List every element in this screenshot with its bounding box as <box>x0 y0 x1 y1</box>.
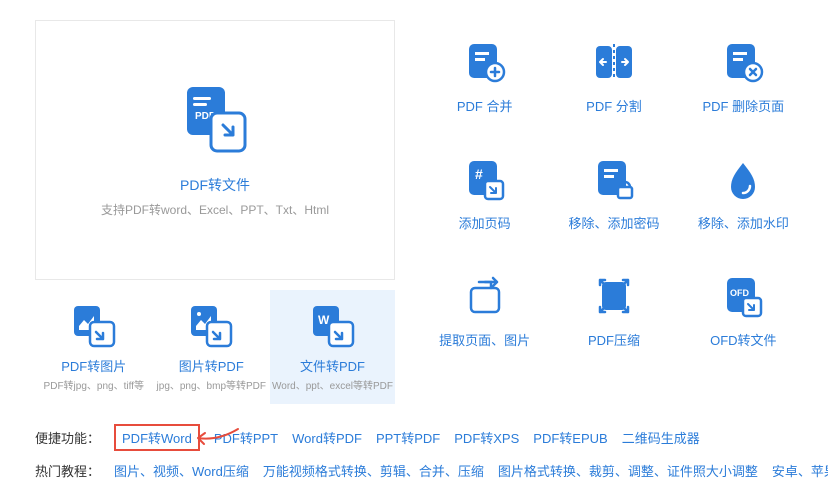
pdf-split-card[interactable]: PDF 分割 <box>549 20 678 127</box>
tutorial-header: 热门教程： <box>35 461 100 480</box>
shortcut-header: 便捷功能： <box>35 428 100 447</box>
highlighted-shortcut: PDF转Word <box>114 424 200 451</box>
pdf-file-icon: PDF <box>175 83 255 163</box>
password-card[interactable]: 移除、添加密码 <box>549 137 678 244</box>
delete-page-icon <box>719 38 767 86</box>
shortcut-link[interactable]: PDF转XPS <box>454 428 519 447</box>
svg-text:#: # <box>475 166 483 182</box>
pdf-merge-card[interactable]: PDF 合并 <box>420 20 549 127</box>
compress-icon <box>590 272 638 320</box>
shortcut-link[interactable]: PPT转PDF <box>376 428 440 447</box>
pdf-to-file-card[interactable]: PDF PDF转文件 支持PDF转word、Excel、PPT、Txt、Html <box>35 20 395 280</box>
shortcut-row: 便捷功能： PDF转Word PDF转PPT Word转PDF PPT转PDF … <box>35 424 793 451</box>
file-to-pdf-card[interactable]: W 文件转PDF Word、ppt、excel等转PDF <box>270 290 395 404</box>
image-to-pdf-icon <box>187 302 235 350</box>
page-number-icon: # <box>461 155 509 203</box>
shortcut-link[interactable]: PDF转Word <box>122 431 192 446</box>
extract-card[interactable]: 提取页面、图片 <box>420 254 549 361</box>
tutorial-link[interactable]: 安卓、苹果手机投屏到 <box>772 461 828 480</box>
shortcut-link[interactable]: 二维码生成器 <box>622 428 700 447</box>
tutorial-link[interactable]: 图片、视频、Word压缩 <box>114 461 249 480</box>
ofd-icon: OFD <box>719 272 767 320</box>
tutorial-row: 热门教程： 图片、视频、Word压缩 万能视频格式转换、剪辑、合并、压缩 图片格… <box>35 461 793 480</box>
pdf-to-image-icon <box>70 302 118 350</box>
image-to-pdf-card[interactable]: 图片转PDF jpg、png、bmp等转PDF <box>153 290 271 404</box>
lock-icon <box>590 155 638 203</box>
pdf-compress-card[interactable]: PDF压缩 <box>549 254 678 361</box>
file-to-pdf-icon: W <box>309 302 357 350</box>
split-icon <box>590 38 638 86</box>
tutorial-link[interactable]: 万能视频格式转换、剪辑、合并、压缩 <box>263 461 484 480</box>
tutorial-link[interactable]: 图片格式转换、裁剪、调整、证件照大小调整 <box>498 461 758 480</box>
watermark-icon <box>719 155 767 203</box>
extract-icon <box>461 272 509 320</box>
main-card-title: PDF转文件 <box>180 175 250 195</box>
pdf-delete-page-card[interactable]: PDF 删除页面 <box>679 20 808 127</box>
shortcut-link[interactable]: Word转PDF <box>292 428 362 447</box>
add-page-number-card[interactable]: # 添加页码 <box>420 137 549 244</box>
arrow-annotation-icon <box>193 426 243 446</box>
main-card-subtitle: 支持PDF转word、Excel、PPT、Txt、Html <box>101 201 329 218</box>
ofd-convert-card[interactable]: OFD OFD转文件 <box>679 254 808 361</box>
watermark-card[interactable]: 移除、添加水印 <box>679 137 808 244</box>
pdf-to-image-card[interactable]: PDF转图片 PDF转jpg、png、tiff等 <box>35 290 153 404</box>
merge-icon <box>461 38 509 86</box>
shortcut-link[interactable]: PDF转EPUB <box>533 428 607 447</box>
svg-text:OFD: OFD <box>730 288 749 298</box>
